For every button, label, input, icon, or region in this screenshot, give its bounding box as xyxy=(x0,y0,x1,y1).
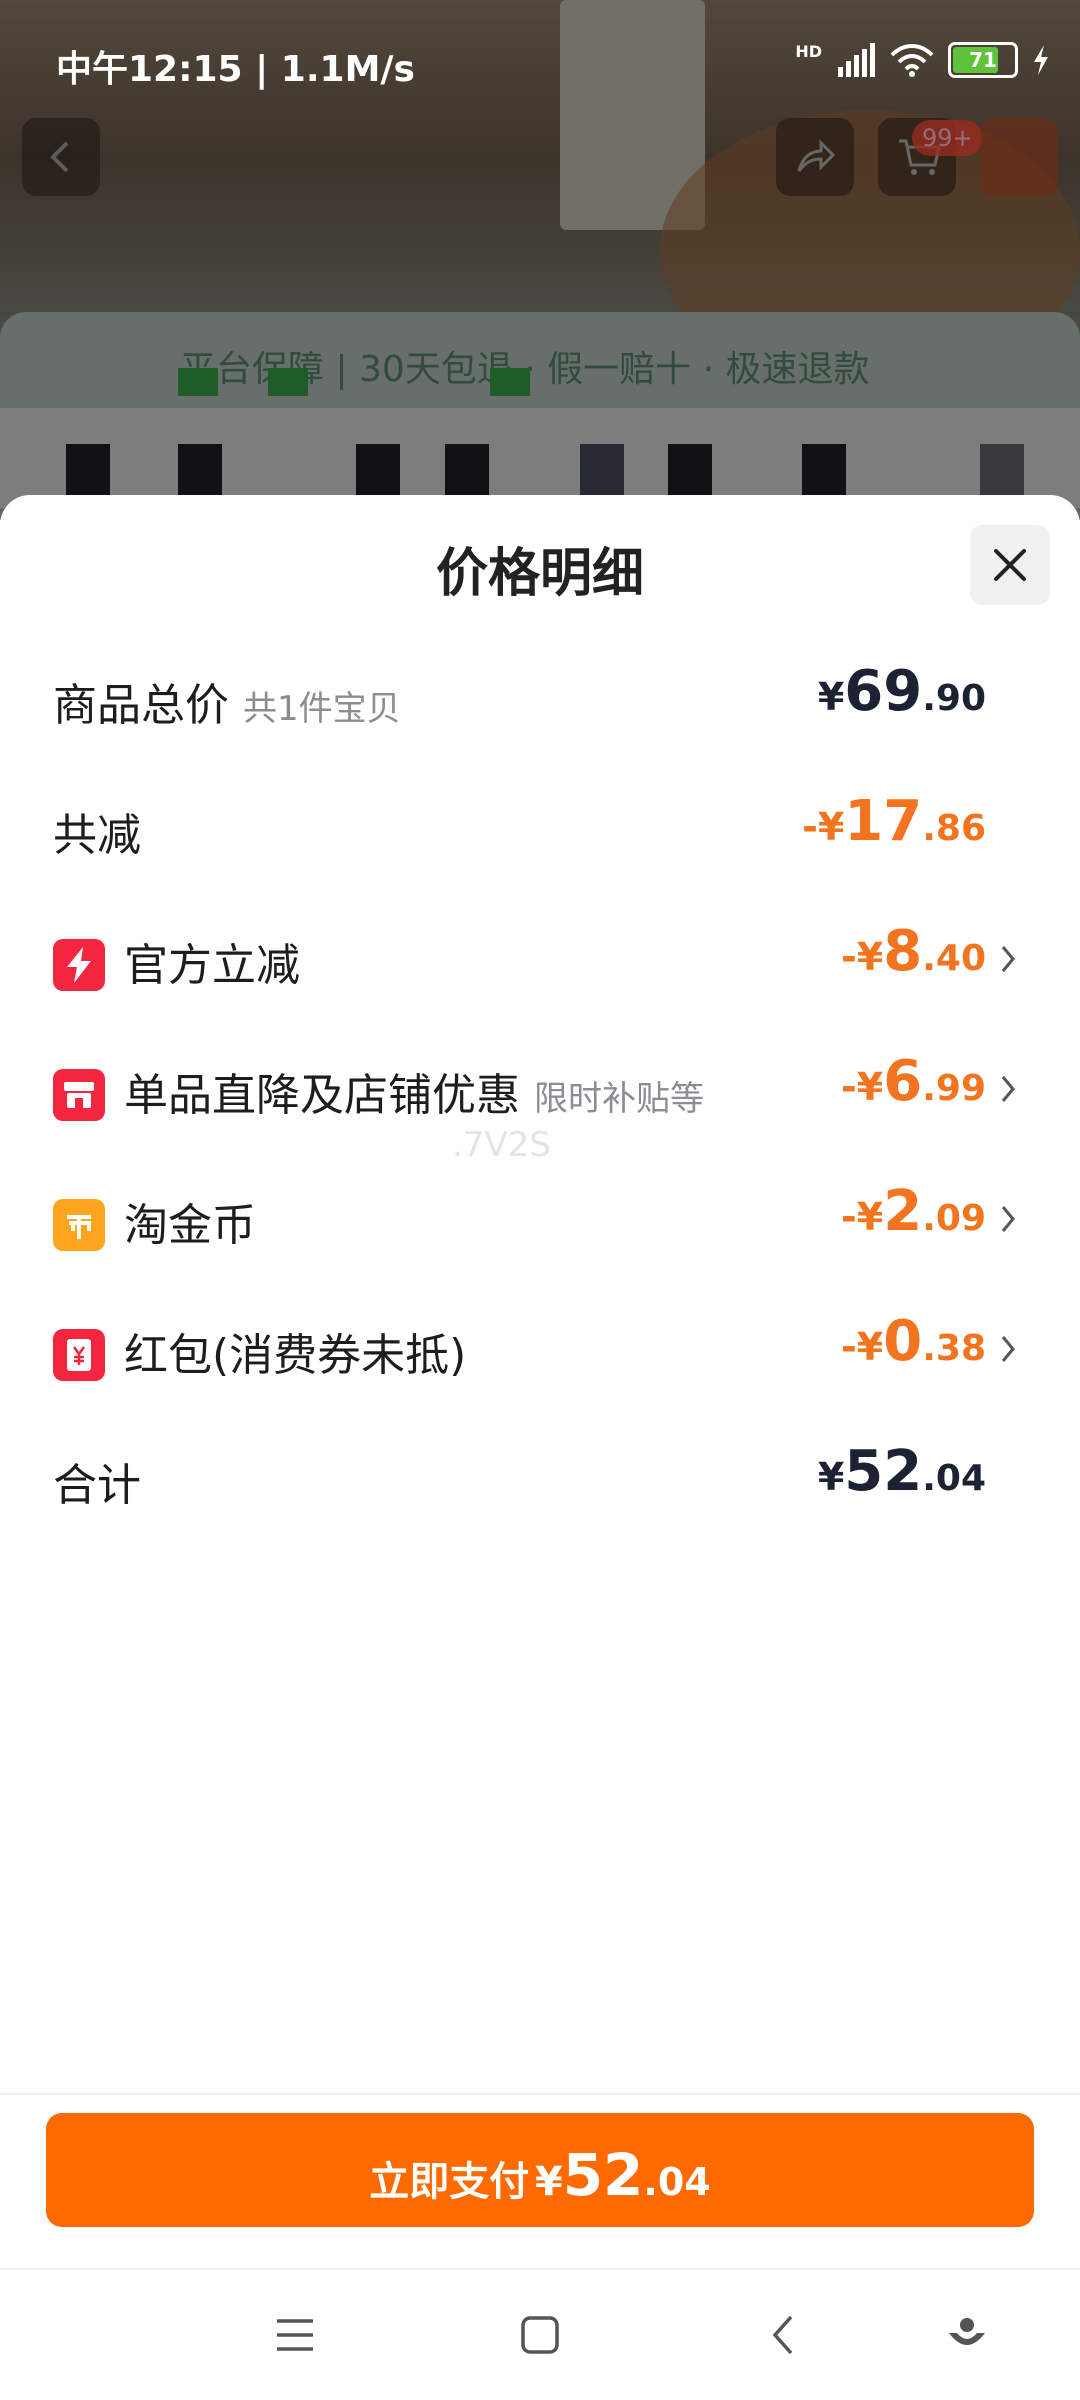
row-total-discount: 共减 -¥17.86 xyxy=(0,785,1080,875)
row-total-price: 商品总价 共1件宝贝 ¥69.90 xyxy=(0,655,1080,745)
menu-icon xyxy=(277,2319,313,2351)
charging-icon xyxy=(1034,45,1048,75)
assistant-icon xyxy=(949,2318,985,2345)
row-amount: -¥6.99 xyxy=(841,1049,986,1114)
row-label: 合计 xyxy=(53,1460,141,1511)
row-grand-total: 合计 ¥52.04 xyxy=(0,1435,1080,1525)
chevron-right-icon xyxy=(1001,946,1015,972)
menu-button[interactable] xyxy=(260,2300,330,2370)
row-amount: -¥8.40 xyxy=(841,919,986,984)
chevron-right-icon xyxy=(1001,1076,1015,1102)
shop-icon xyxy=(53,1069,105,1121)
row-red-packet[interactable]: 红包(消费券未抵) -¥0.38 xyxy=(0,1305,1080,1395)
red-packet-icon xyxy=(53,1329,105,1381)
watermark: .7V2S xyxy=(452,1125,551,1165)
back-nav-button[interactable] xyxy=(750,2300,820,2370)
row-amount: -¥2.09 xyxy=(841,1179,986,1244)
lightning-icon xyxy=(53,939,105,991)
row-amount: -¥17.86 xyxy=(802,789,986,854)
system-nav-bar xyxy=(0,2270,1080,2400)
home-button[interactable] xyxy=(505,2300,575,2370)
pay-now-button[interactable]: 立即支付 ¥52.04 xyxy=(46,2113,1034,2227)
close-icon xyxy=(994,549,1026,581)
assistant-button[interactable] xyxy=(932,2300,1002,2370)
row-label: 红包(消费券未抵) xyxy=(124,1330,467,1381)
row-label: 商品总价 共1件宝贝 xyxy=(53,680,401,731)
pay-amount-dec: .04 xyxy=(643,2160,711,2204)
row-label: 官方立减 xyxy=(124,940,300,991)
signal-icon xyxy=(838,43,875,77)
battery-icon: 71 xyxy=(948,42,1018,78)
wifi-icon xyxy=(890,44,934,77)
row-label: 共减 xyxy=(53,810,141,861)
row-sublabel: 限时补贴等 xyxy=(534,1079,704,1119)
row-official-discount[interactable]: 官方立减 -¥8.40 xyxy=(0,915,1080,1005)
row-amount: ¥52.04 xyxy=(817,1439,986,1504)
home-icon xyxy=(521,2316,559,2354)
pay-currency: ¥ xyxy=(534,2159,563,2205)
battery-level: 71 xyxy=(969,48,997,72)
sheet-title: 价格明细 xyxy=(435,544,644,604)
pay-label: 立即支付 xyxy=(369,2159,530,2205)
pay-amount-int: 52 xyxy=(562,2141,644,2209)
row-amount: ¥69.90 xyxy=(817,659,986,724)
status-icons: HD 71 xyxy=(795,42,1050,78)
chevron-right-icon xyxy=(1001,1336,1015,1362)
status-bar: 中午12:15 | 1.1M/s HD 71 xyxy=(0,0,1080,120)
status-time: 中午12:15 | 1.1M/s xyxy=(56,49,415,90)
row-amount: -¥0.38 xyxy=(841,1309,986,1374)
row-shop-discount[interactable]: 单品直降及店铺优惠 限时补贴等 -¥6.99 xyxy=(0,1045,1080,1135)
chevron-right-icon xyxy=(1001,1206,1015,1232)
footer-divider xyxy=(0,2093,1080,2095)
close-button[interactable] xyxy=(970,525,1050,605)
row-sublabel: 共1件宝贝 xyxy=(243,689,401,729)
row-label: 淘金币 xyxy=(124,1200,256,1251)
row-label: 单品直降及店铺优惠 限时补贴等 xyxy=(124,1070,704,1121)
coin-icon xyxy=(53,1199,105,1251)
row-coin-discount[interactable]: 淘金币 -¥2.09 xyxy=(0,1175,1080,1265)
back-icon xyxy=(772,2315,793,2355)
hd-badge: HD xyxy=(795,42,822,61)
